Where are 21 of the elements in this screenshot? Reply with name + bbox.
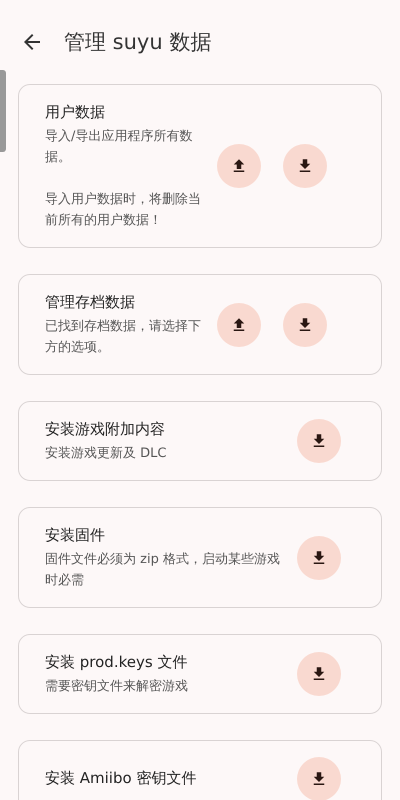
export-button[interactable]: [297, 419, 341, 463]
export-button[interactable]: [297, 536, 341, 580]
card-description: 导入用户数据时，将删除当前所有的用户数据！: [45, 191, 202, 230]
card-title: 安装 prod.keys 文件: [45, 653, 188, 672]
card-title: 安装游戏附加内容: [45, 420, 166, 439]
card-description: 导入/导出应用程序所有数据。: [45, 128, 194, 167]
export-button[interactable]: [283, 144, 327, 188]
card-title: 管理存档数据: [45, 293, 136, 312]
screen-title: 管理 suyu 数据: [64, 29, 212, 56]
card-description: 需要密钥文件来解密游戏: [45, 678, 189, 696]
export-button[interactable]: [297, 652, 341, 696]
card-title: 用户数据: [45, 103, 106, 122]
card-description: 已找到存档数据，请选择下方的选项。: [45, 318, 202, 357]
export-button[interactable]: [297, 757, 341, 800]
import-button[interactable]: [217, 144, 261, 188]
card-title: 安装固件: [45, 526, 106, 545]
export-button[interactable]: [283, 302, 327, 346]
import-button[interactable]: [217, 302, 261, 346]
card-description: 安装游戏更新及 DLC: [45, 445, 168, 463]
card-title: 安装 Amiibo 密钥文件: [45, 768, 198, 788]
card-description: 固件文件必须为 zip 格式，启动某些游戏时必需: [45, 551, 281, 590]
